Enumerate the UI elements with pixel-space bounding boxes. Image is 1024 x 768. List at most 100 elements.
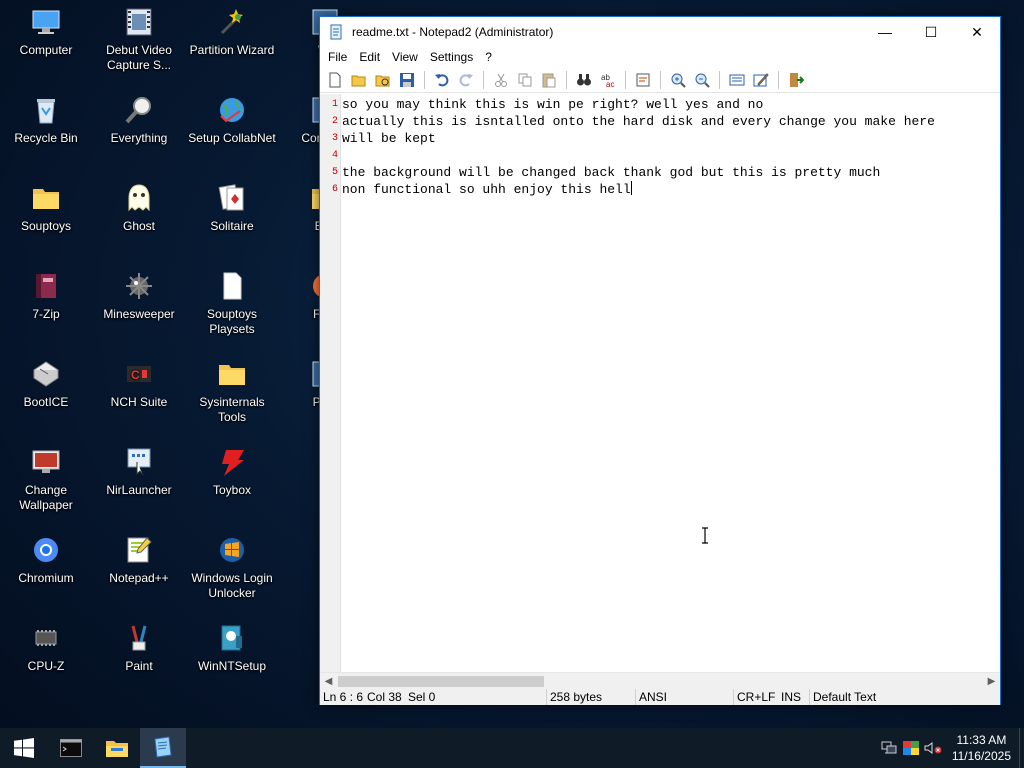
taskbar-notepad2[interactable] (140, 728, 186, 768)
desktop-icon-notepad[interactable]: Notepad++ (93, 533, 185, 586)
exit-button[interactable] (785, 69, 807, 91)
word-wrap-button[interactable] (632, 69, 654, 91)
text-line[interactable]: the background will be changed back than… (342, 164, 1000, 181)
color-tray-button[interactable] (900, 728, 922, 768)
redo-button[interactable] (455, 69, 477, 91)
desktop-icon-setup-collabnet[interactable]: Setup CollabNet (186, 93, 278, 146)
line-number: 1 (331, 99, 338, 110)
scheme-button[interactable] (726, 69, 748, 91)
line-number-gutter: 1 2 3 4 5 6 (320, 94, 341, 672)
show-desktop-button[interactable] (1019, 728, 1024, 768)
cut-button[interactable] (490, 69, 512, 91)
desktop-icon-solitaire[interactable]: Solitaire (186, 181, 278, 234)
paste-button[interactable] (538, 69, 560, 91)
desktop-icon-windows-login-unlocker[interactable]: Windows Login Unlocker (186, 533, 278, 601)
desktop-icon-label: Ghost (122, 219, 155, 233)
browse-icon (375, 75, 390, 86)
desktop-icon-sysinternals-tools[interactable]: Sysinternals Tools (186, 357, 278, 425)
clock[interactable]: 11:33 AM 11/16/2025 (944, 732, 1019, 764)
menu-file[interactable]: File (322, 50, 353, 64)
text-line[interactable]: non functional so uhh enjoy this hell (342, 181, 1000, 198)
status-eol[interactable]: CR+LF (734, 689, 778, 705)
menu-view[interactable]: View (386, 50, 424, 64)
text-line[interactable]: will be kept (342, 130, 1000, 147)
ibeam-cursor-icon (702, 527, 708, 544)
notepadpp-icon (122, 533, 156, 567)
customize-scheme-button[interactable] (750, 69, 772, 91)
toolbar-separator (566, 70, 567, 89)
status-encoding[interactable]: ANSI (636, 689, 734, 705)
desktop-icon-ghost[interactable]: Ghost (93, 181, 185, 234)
archive-icon (29, 269, 63, 303)
menu-help[interactable]: ? (479, 50, 498, 64)
volume-tray-button[interactable] (922, 728, 944, 768)
desktop-icon-winntsetup[interactable]: WinNTSetup (186, 621, 278, 674)
desktop-icon-change-wallpaper[interactable]: Change Wallpaper (0, 445, 92, 513)
nch-icon: C (122, 357, 156, 391)
scissors-icon (495, 73, 507, 87)
desktop-icon-7-zip[interactable]: 7-Zip (0, 269, 92, 322)
save-button[interactable] (396, 69, 418, 91)
desktop-icon-nirlauncher[interactable]: NirLauncher (93, 445, 185, 498)
text-line[interactable]: actually this is isntalled onto the hard… (342, 113, 1000, 130)
desktop-icon-paint[interactable]: Paint (93, 621, 185, 674)
desktop-icon-partition-wizard[interactable]: Partition Wizard (186, 5, 278, 58)
toolbar-separator (424, 70, 425, 89)
desktop-icon-chromium[interactable]: Chromium (0, 533, 92, 586)
clock-time: 11:33 AM (956, 733, 1007, 747)
editor-area[interactable]: 1 2 3 4 5 6 so you may think this is win pe r… (320, 94, 1000, 672)
desktop-icon-cpu-z[interactable]: CPU-Z (0, 621, 92, 674)
desktop-icon-souptoys[interactable]: Souptoys (0, 181, 92, 234)
binoculars-icon (577, 73, 591, 85)
toolbar-separator (719, 70, 720, 89)
menu-edit[interactable]: Edit (353, 50, 386, 64)
text-line[interactable]: so you may think this is win pe right? w… (342, 96, 1000, 113)
text-content[interactable]: so you may think this is win pe right? w… (341, 94, 1000, 672)
zoom-out-button[interactable] (691, 69, 713, 91)
windows-start-icon (14, 738, 34, 758)
menu-settings[interactable]: Settings (424, 50, 479, 64)
status-line: Ln 6 : 6 (323, 690, 364, 704)
desktop-icon-debut-video-capture-s[interactable]: Debut Video Capture S... (93, 5, 185, 73)
scroll-left-icon[interactable]: ◀ (320, 673, 337, 690)
svg-text:C: C (131, 368, 140, 382)
taskbar-console[interactable] (48, 728, 94, 768)
desktop-icon-nch-suite[interactable]: C NCH Suite (93, 357, 185, 410)
status-scheme[interactable]: Default Text (810, 689, 990, 705)
text-line[interactable] (342, 147, 1000, 164)
copy-button[interactable] (514, 69, 536, 91)
minimize-button[interactable]: — (862, 17, 908, 47)
open-file-button[interactable] (348, 69, 370, 91)
status-column: Col 38 (367, 690, 402, 704)
network-tray-button[interactable] (878, 728, 900, 768)
undo-button[interactable] (431, 69, 453, 91)
zoom-in-button[interactable] (667, 69, 689, 91)
new-file-button[interactable] (324, 69, 346, 91)
desktop-icon-label: Partition Wizard (189, 43, 275, 57)
network-icon (881, 741, 897, 754)
scroll-right-icon[interactable]: ▶ (983, 673, 1000, 690)
desktop-icon-toybox[interactable]: Toybox (186, 445, 278, 498)
find-button[interactable] (573, 69, 595, 91)
desktop-icon-computer[interactable]: Computer (0, 5, 92, 58)
maximize-button[interactable]: ☐ (908, 17, 954, 47)
close-button[interactable]: ✕ (954, 17, 1000, 47)
desktop-icon-everything[interactable]: Everything (93, 93, 185, 146)
start-button[interactable] (0, 728, 48, 768)
replace-button[interactable]: ab ac (597, 69, 619, 91)
desktop-icon-minesweeper[interactable]: Minesweeper (93, 269, 185, 322)
taskbar-file-explorer[interactable] (94, 728, 140, 768)
desktop-icon-bootice[interactable]: BootICE (0, 357, 92, 410)
browse-button[interactable] (372, 69, 394, 91)
title-bar[interactable]: readme.txt - Notepad2 (Administrator) — … (320, 17, 1000, 47)
scrollbar-thumb[interactable] (338, 676, 544, 687)
launcher-icon (122, 445, 156, 479)
desktop-icon-recycle-bin[interactable]: Recycle Bin (0, 93, 92, 146)
desktop-icon-label: Change Wallpaper (19, 483, 73, 512)
status-mode[interactable]: INS (778, 689, 810, 705)
taskbar: 11:33 AM 11/16/2025 (0, 728, 1024, 768)
wallpaper-icon (29, 445, 63, 479)
desktop-icon-souptoys-playsets[interactable]: Souptoys Playsets (186, 269, 278, 337)
horizontal-scrollbar[interactable]: ◀ ▶ (320, 672, 1000, 689)
color-tool-icon (902, 741, 919, 755)
